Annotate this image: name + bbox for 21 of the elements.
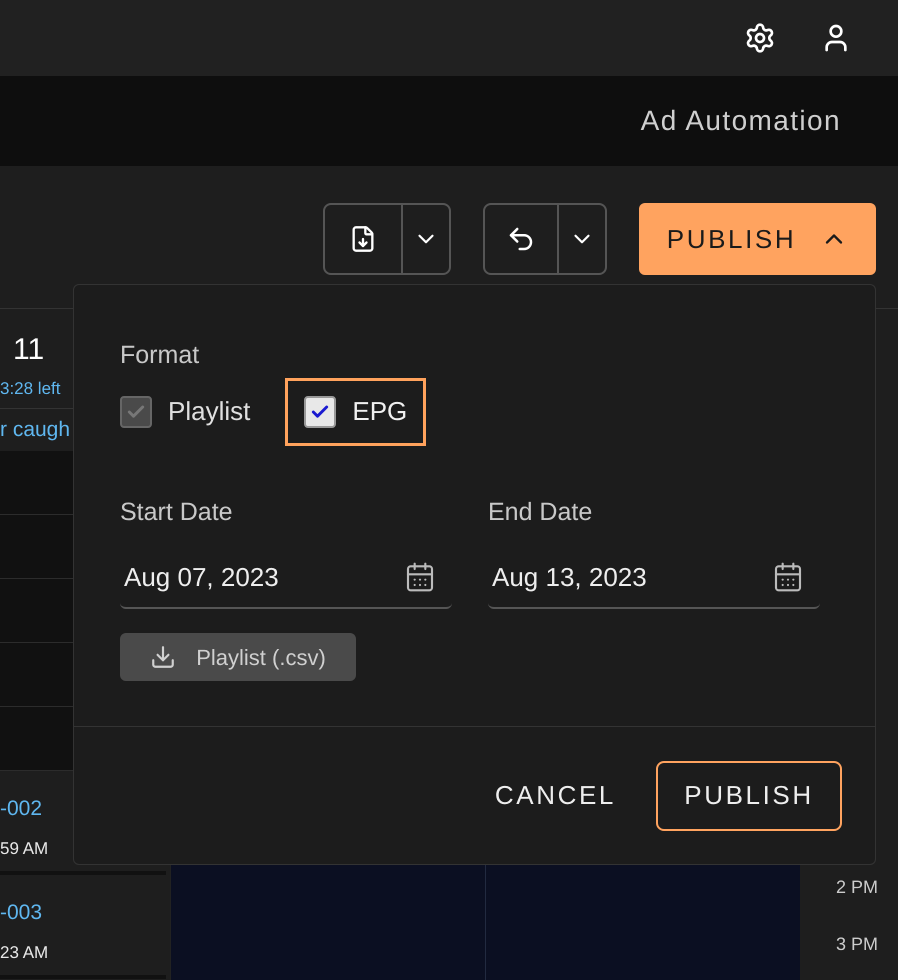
download-button[interactable]: Playlist (.csv) — [120, 633, 356, 681]
time-label: 3 PM — [836, 933, 878, 956]
checkbox-option[interactable]: EPG — [285, 378, 426, 446]
settings-icon[interactable] — [744, 22, 776, 54]
download-icon — [150, 644, 176, 670]
time-label: 2 PM — [836, 876, 878, 899]
checkbox[interactable] — [304, 396, 336, 428]
calendar-icon[interactable] — [404, 561, 436, 593]
day-number: 11 — [13, 332, 44, 368]
field-label: End Date — [488, 496, 594, 528]
date-field[interactable]: Aug 13, 2023 — [488, 547, 820, 609]
publish-button[interactable]: PUBLISH — [639, 203, 876, 275]
publish-button[interactable]: PUBLISH — [656, 760, 842, 830]
section-label: Format — [120, 340, 200, 371]
program-title[interactable]: r caugh — [0, 414, 70, 446]
field-label: Start Date — [120, 496, 234, 528]
calendar-icon[interactable] — [772, 561, 804, 593]
date-field[interactable]: Aug 07, 2023 — [120, 547, 452, 609]
nav-title[interactable]: Ad Automation — [640, 100, 841, 142]
time-remaining: 3:28 left — [0, 378, 60, 400]
cancel-button[interactable]: CANCEL — [486, 760, 624, 830]
